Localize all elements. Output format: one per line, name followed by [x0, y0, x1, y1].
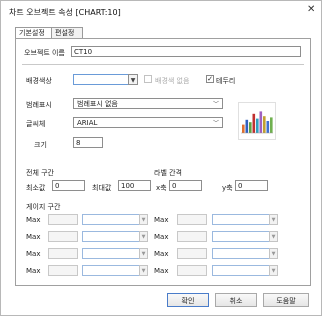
y-axis-input[interactable]: 0: [235, 180, 268, 191]
gauge-max-label: Max: [154, 250, 169, 258]
preview-bar: [242, 124, 245, 133]
preview-bar: [245, 119, 249, 133]
window-title: 차트 오브젝트 속성 [CHART:10]: [9, 8, 121, 17]
min-label: 최소값: [26, 184, 46, 192]
x-axis-input[interactable]: 0: [169, 180, 202, 191]
label-interval-label: 라벨 간격: [154, 169, 182, 177]
max-input[interactable]: 100: [118, 180, 151, 191]
range-label: 전체 구간: [26, 169, 54, 177]
background-color-label: 배경색상: [26, 77, 52, 85]
gauge-max-input[interactable]: [177, 231, 207, 242]
gauge-color-select[interactable]: ▼: [212, 231, 278, 242]
size-input[interactable]: 8: [73, 137, 103, 148]
preview-bar: [270, 117, 273, 133]
chevron-down-icon[interactable]: ▼: [139, 265, 148, 276]
chevron-down-icon[interactable]: ▼: [139, 248, 148, 259]
chevron-down-icon: ﹀: [212, 101, 219, 108]
gauge-max-input[interactable]: [48, 265, 78, 276]
divider: [22, 64, 304, 65]
chevron-down-icon[interactable]: ▼: [269, 214, 278, 225]
preview-bar: [249, 122, 252, 133]
border-checkbox[interactable]: ✓: [206, 75, 214, 83]
gauge-color-select[interactable]: ▼: [212, 265, 278, 276]
chart-preview: [238, 102, 276, 140]
gauge-color-select[interactable]: ▼: [212, 248, 278, 259]
y-axis-label: y축: [222, 184, 233, 192]
object-name-label: 오브젝트 이름: [24, 49, 65, 57]
dialog-window: 차트 오브젝트 속성 [CHART:10] ✕ 기본설정 편설정 오브젝트 이름…: [0, 0, 322, 316]
gauge-max-input[interactable]: [48, 248, 78, 259]
font-label: 글씨체: [26, 120, 46, 128]
gauge-color-select[interactable]: ▼: [212, 214, 278, 225]
legend-label: 범례표시: [26, 101, 52, 109]
gauge-color-select[interactable]: ▼: [82, 248, 148, 259]
gauge-max-input[interactable]: [177, 248, 207, 259]
preview-bar: [256, 118, 259, 133]
object-name-input[interactable]: CT10: [71, 46, 301, 57]
ok-button[interactable]: 확인: [167, 293, 209, 307]
preview-bar: [252, 113, 256, 133]
gauge-color-select[interactable]: ▼: [82, 265, 148, 276]
no-background-checkbox[interactable]: [144, 75, 152, 83]
x-axis-label: x축: [156, 184, 167, 192]
chevron-down-icon[interactable]: ▼: [269, 248, 278, 259]
help-button[interactable]: 도움말: [263, 293, 309, 307]
gauge-color-select[interactable]: ▼: [82, 231, 148, 242]
max-label: 최대값: [92, 184, 112, 192]
gauge-max-label: Max: [26, 250, 41, 258]
chevron-down-icon[interactable]: ▼: [269, 265, 278, 276]
chevron-down-icon[interactable]: ▼: [139, 214, 148, 225]
chevron-down-icon[interactable]: ▼: [139, 231, 148, 242]
chart-preview-graphic: [241, 111, 273, 134]
close-icon[interactable]: ✕: [307, 4, 315, 15]
preview-bar: [263, 116, 266, 133]
font-select-value: ARIAL: [77, 119, 98, 127]
gauge-max-input[interactable]: [48, 231, 78, 242]
gauge-section-label: 게이지 구간: [26, 203, 61, 211]
gauge-max-input[interactable]: [177, 214, 207, 225]
preview-bar: [259, 111, 263, 133]
legend-select-value: 범례표시 없음: [77, 100, 118, 108]
cancel-button[interactable]: 취소: [215, 293, 257, 307]
background-color-select[interactable]: ▼: [73, 74, 138, 85]
chevron-down-icon[interactable]: ▼: [269, 231, 278, 242]
gauge-color-select[interactable]: ▼: [82, 214, 148, 225]
legend-select[interactable]: 범례표시 없음 ﹀: [73, 98, 223, 109]
gauge-max-label: Max: [26, 233, 41, 241]
min-input[interactable]: 0: [52, 180, 85, 191]
gauge-max-label: Max: [154, 233, 169, 241]
chevron-down-icon[interactable]: ▼: [128, 74, 138, 85]
gauge-max-input[interactable]: [48, 214, 78, 225]
no-background-label: 배경색 없음: [155, 77, 190, 85]
gauge-max-label: Max: [26, 216, 41, 224]
gauge-max-input[interactable]: [177, 265, 207, 276]
preview-bar: [266, 121, 270, 133]
gauge-max-label: Max: [154, 216, 169, 224]
size-label: 크기: [34, 141, 47, 149]
border-label: 테두리: [216, 77, 236, 85]
gauge-max-label: Max: [26, 267, 41, 275]
settings-panel: 오브젝트 이름 CT10 배경색상 ▼ 배경색 없음 ✓ 테두리 범례표시 범례…: [15, 38, 311, 286]
chevron-down-icon: ﹀: [212, 120, 219, 127]
font-select[interactable]: ARIAL ﹀: [73, 117, 223, 128]
gauge-max-label: Max: [154, 267, 169, 275]
